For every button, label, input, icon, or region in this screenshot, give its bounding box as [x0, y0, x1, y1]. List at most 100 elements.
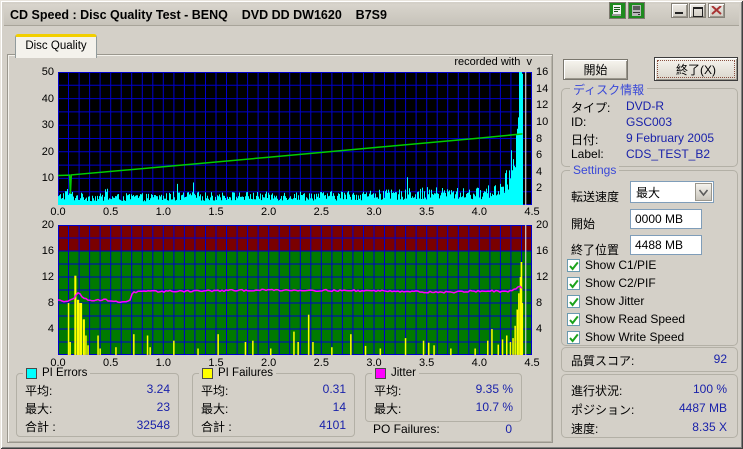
disc-id-value: GSC003 — [626, 115, 673, 129]
tab-label: Disc Quality — [25, 40, 87, 52]
recorded-with-note: recorded with v — [454, 56, 532, 68]
speed-value: 8.35 X — [692, 420, 727, 434]
checkbox-show-read-speed[interactable] — [567, 313, 580, 326]
dropdown-button[interactable] — [695, 183, 712, 201]
checkbox-label-write-speed: Show Write Speed — [585, 330, 685, 344]
checkbox-show-write-speed[interactable] — [567, 331, 580, 344]
jitter-avg-value: 9.35 % — [475, 382, 513, 396]
axis-tick-label: 0.0 — [50, 206, 66, 218]
maximize-button[interactable] — [689, 3, 706, 18]
check-icon — [569, 279, 579, 289]
axis-tick-label: 20 — [41, 145, 54, 158]
disc-info-title: ディスク情報 — [570, 81, 648, 98]
pi-failures-stats-group: PI Failures 平均: 0.31 最大: 14 合計 : 4101 — [192, 367, 355, 437]
axis-tick-label: 12 — [41, 271, 54, 283]
titlebar-drive-icon-button[interactable] — [628, 2, 645, 19]
progress-value: 100 % — [692, 382, 727, 396]
checkbox-show-jitter[interactable] — [567, 295, 580, 308]
pi-errors-total-value: 32548 — [136, 418, 170, 432]
transfer-speed-label: 転送速度 — [571, 190, 620, 204]
checkbox-label-jitter: Show Jitter — [585, 294, 645, 308]
pi-errors-avg-value: 3.24 — [146, 382, 170, 396]
checkbox-label-read-speed: Show Read Speed — [585, 312, 686, 326]
axis-tick-label: 4.0 — [471, 357, 487, 369]
disc-id-label: ID: — [571, 115, 587, 129]
axis-tick-label: 2.5 — [313, 357, 329, 369]
minimize-button[interactable] — [671, 3, 688, 18]
axis-tick-label: 3.0 — [366, 206, 382, 218]
pi-errors-max-label: 最大: — [25, 402, 53, 416]
exit-button[interactable]: 終了(X) — [654, 57, 738, 81]
axis-tick-label: 1.5 — [208, 357, 224, 369]
axis-tick-label: 0.5 — [103, 357, 119, 369]
axis-tick-label: 0.0 — [50, 357, 66, 369]
jitter-stats-group: Jitter 平均: 9.35 % 最大: 10.7 % — [365, 367, 522, 422]
axis-tick-label: 14 — [536, 82, 549, 95]
disc-label-label: Label: — [571, 147, 604, 161]
axis-tick-label: 2.0 — [261, 357, 277, 369]
pi-errors-total-label: 合計 : — [25, 420, 56, 434]
axis-tick-label: 50 — [41, 66, 54, 78]
axis-tick-label: 8 — [536, 132, 543, 145]
speed-label: 速度: — [571, 422, 599, 436]
minimize-icon — [675, 12, 683, 14]
close-icon — [711, 6, 722, 15]
transfer-speed-dropdown[interactable]: 最大 — [630, 181, 714, 203]
axis-tick-label: 1.0 — [155, 206, 171, 218]
axis-tick-label: 10 — [536, 115, 549, 128]
checkbox-show-c1-pie[interactable] — [567, 259, 580, 272]
tab-disc-quality[interactable]: Disc Quality — [15, 34, 97, 58]
axis-tick-label: 0.5 — [103, 206, 119, 218]
checkbox-show-c2-pif[interactable] — [567, 277, 580, 290]
settings-title: Settings — [570, 163, 620, 177]
pi-errors-read-speed-chart — [57, 72, 532, 205]
check-icon — [569, 333, 579, 343]
pi-failures-max-label: 最大: — [201, 402, 229, 416]
checkbox-label-c1-pie: Show C1/PIE — [585, 258, 657, 272]
axis-tick-label: 2.5 — [313, 206, 329, 218]
axis-tick-label: 6 — [536, 149, 543, 162]
check-icon — [569, 297, 579, 307]
axis-tick-label: 4.5 — [524, 206, 540, 218]
disc-type-label: タイプ: — [571, 101, 611, 115]
start-button[interactable]: 開始 — [563, 59, 628, 80]
pi-errors-legend-swatch — [26, 367, 37, 379]
disc-type-value: DVD-R — [626, 99, 664, 113]
axis-tick-label: 4 — [47, 323, 54, 335]
axis-tick-label: 16 — [536, 66, 549, 78]
pi-failures-total-value: 4101 — [319, 418, 346, 432]
axis-tick-label: 12 — [536, 271, 549, 283]
window-title: CD Speed : Disc Quality Test - BENQ DVD … — [10, 8, 387, 22]
close-button[interactable] — [708, 3, 725, 18]
axis-tick-label: 40 — [41, 92, 54, 105]
pi-failures-avg-value: 0.31 — [322, 382, 346, 396]
pi-errors-max-value: 23 — [156, 400, 170, 414]
pi-failures-jitter-chart — [57, 225, 532, 356]
axis-tick-label: 3.0 — [366, 357, 382, 369]
pi-errors-avg-label: 平均: — [25, 384, 53, 398]
progress-label: 進行状況: — [571, 384, 623, 398]
disc-info-group: ディスク情報 タイプ: DVD-R ID: GSC003 日付: 9 Febru… — [561, 81, 738, 167]
end-position-label: 終了位置 — [571, 243, 620, 257]
quality-score-group: 品質スコア: 92 — [561, 347, 738, 372]
progress-group: 進行状況: 100 % ポジション: 4487 MB 速度: 8.35 X — [561, 374, 738, 438]
transfer-speed-value: 最大 — [636, 186, 661, 200]
axis-tick-label: 8 — [536, 297, 543, 309]
axis-tick-label: 12 — [536, 99, 549, 112]
pi-failures-legend-swatch — [202, 367, 213, 379]
check-icon — [569, 261, 579, 271]
start-position-field[interactable] — [630, 209, 702, 229]
quality-score-value: 92 — [713, 352, 727, 366]
disc-date-label: 日付: — [571, 133, 599, 147]
titlebar-chart-icon-button[interactable] — [609, 2, 626, 19]
axis-tick-label: 4 — [536, 323, 543, 335]
end-position-field[interactable] — [630, 235, 702, 255]
axis-tick-label: 2.0 — [261, 206, 277, 218]
axis-tick-label: 1.5 — [208, 206, 224, 218]
disc-date-value: 9 February 2005 — [626, 131, 715, 145]
disc-drive-icon — [629, 3, 644, 18]
maximize-icon — [693, 7, 703, 17]
check-icon — [569, 315, 579, 325]
axis-tick-label: 4.5 — [524, 357, 540, 369]
jitter-max-value: 10.7 % — [475, 400, 513, 414]
